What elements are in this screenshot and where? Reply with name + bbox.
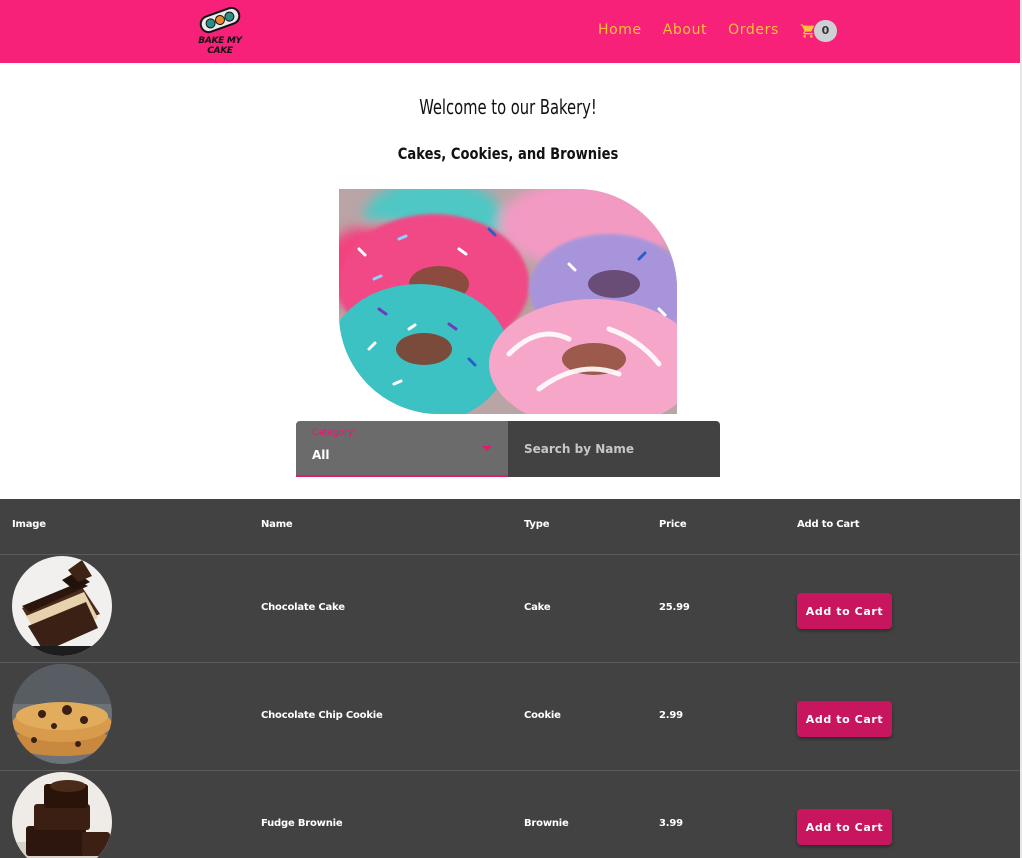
app-header: BAKE MY CAKE Home About Orders 0 bbox=[0, 0, 1020, 63]
table-row: Fudge Brownie Brownie 3.99 Add to Cart bbox=[0, 771, 1020, 858]
column-header-name[interactable]: Name bbox=[261, 519, 293, 530]
product-image-fudge-brownie bbox=[12, 772, 112, 858]
column-header-add-to-cart[interactable]: Add to Cart bbox=[797, 519, 859, 530]
products-table: Image Name Type Price Add to Cart Chocol… bbox=[0, 499, 1020, 858]
product-image-chocolate-chip-cookie bbox=[12, 664, 112, 764]
category-selected-value: All bbox=[312, 448, 330, 462]
product-price: 2.99 bbox=[659, 710, 683, 721]
product-name: Chocolate Cake bbox=[261, 602, 345, 613]
table-row: Chocolate Cake Cake 25.99 Add to Cart bbox=[0, 555, 1020, 663]
logo[interactable]: BAKE MY CAKE bbox=[188, 4, 252, 56]
nav-about[interactable]: About bbox=[663, 22, 707, 38]
add-to-cart-button[interactable]: Add to Cart bbox=[797, 593, 892, 629]
product-image-chocolate-cake bbox=[12, 556, 112, 656]
product-type: Brownie bbox=[524, 818, 569, 829]
product-price: 3.99 bbox=[659, 818, 683, 829]
dropdown-arrow-icon bbox=[482, 446, 492, 451]
cake-logo-icon bbox=[199, 6, 241, 34]
logo-text: BAKE MY CAKE bbox=[198, 36, 242, 56]
product-name: Fudge Brownie bbox=[261, 818, 343, 829]
column-header-price[interactable]: Price bbox=[659, 519, 687, 530]
add-to-cart-button[interactable]: Add to Cart bbox=[797, 809, 892, 845]
cart-count-badge: 0 bbox=[814, 20, 837, 42]
add-to-cart-button[interactable]: Add to Cart bbox=[797, 701, 892, 737]
main-nav: Home About Orders bbox=[598, 22, 800, 38]
product-type: Cake bbox=[524, 602, 551, 613]
column-header-image[interactable]: Image bbox=[12, 519, 46, 530]
product-name: Chocolate Chip Cookie bbox=[261, 710, 383, 721]
product-price: 25.99 bbox=[659, 602, 690, 613]
page-subtitle: Cakes, Cookies, and Brownies bbox=[397, 144, 619, 163]
table-row: Chocolate Chip Cookie Cookie 2.99 Add to… bbox=[0, 663, 1020, 771]
category-select[interactable]: Category: All bbox=[296, 421, 508, 477]
product-type: Cookie bbox=[524, 710, 561, 721]
hero-donuts-image bbox=[339, 189, 677, 414]
table-header: Image Name Type Price Add to Cart bbox=[0, 499, 1020, 555]
nav-home[interactable]: Home bbox=[598, 22, 642, 38]
nav-orders[interactable]: Orders bbox=[728, 22, 779, 38]
page-title: Welcome to our Bakery! bbox=[419, 95, 597, 119]
search-input[interactable] bbox=[508, 421, 720, 477]
category-label: Category: bbox=[312, 428, 356, 438]
column-header-type[interactable]: Type bbox=[524, 519, 549, 530]
cart-button[interactable]: 0 bbox=[800, 20, 840, 42]
search-field bbox=[508, 421, 720, 477]
page: BAKE MY CAKE Home About Orders 0 Welcome… bbox=[0, 0, 1022, 858]
